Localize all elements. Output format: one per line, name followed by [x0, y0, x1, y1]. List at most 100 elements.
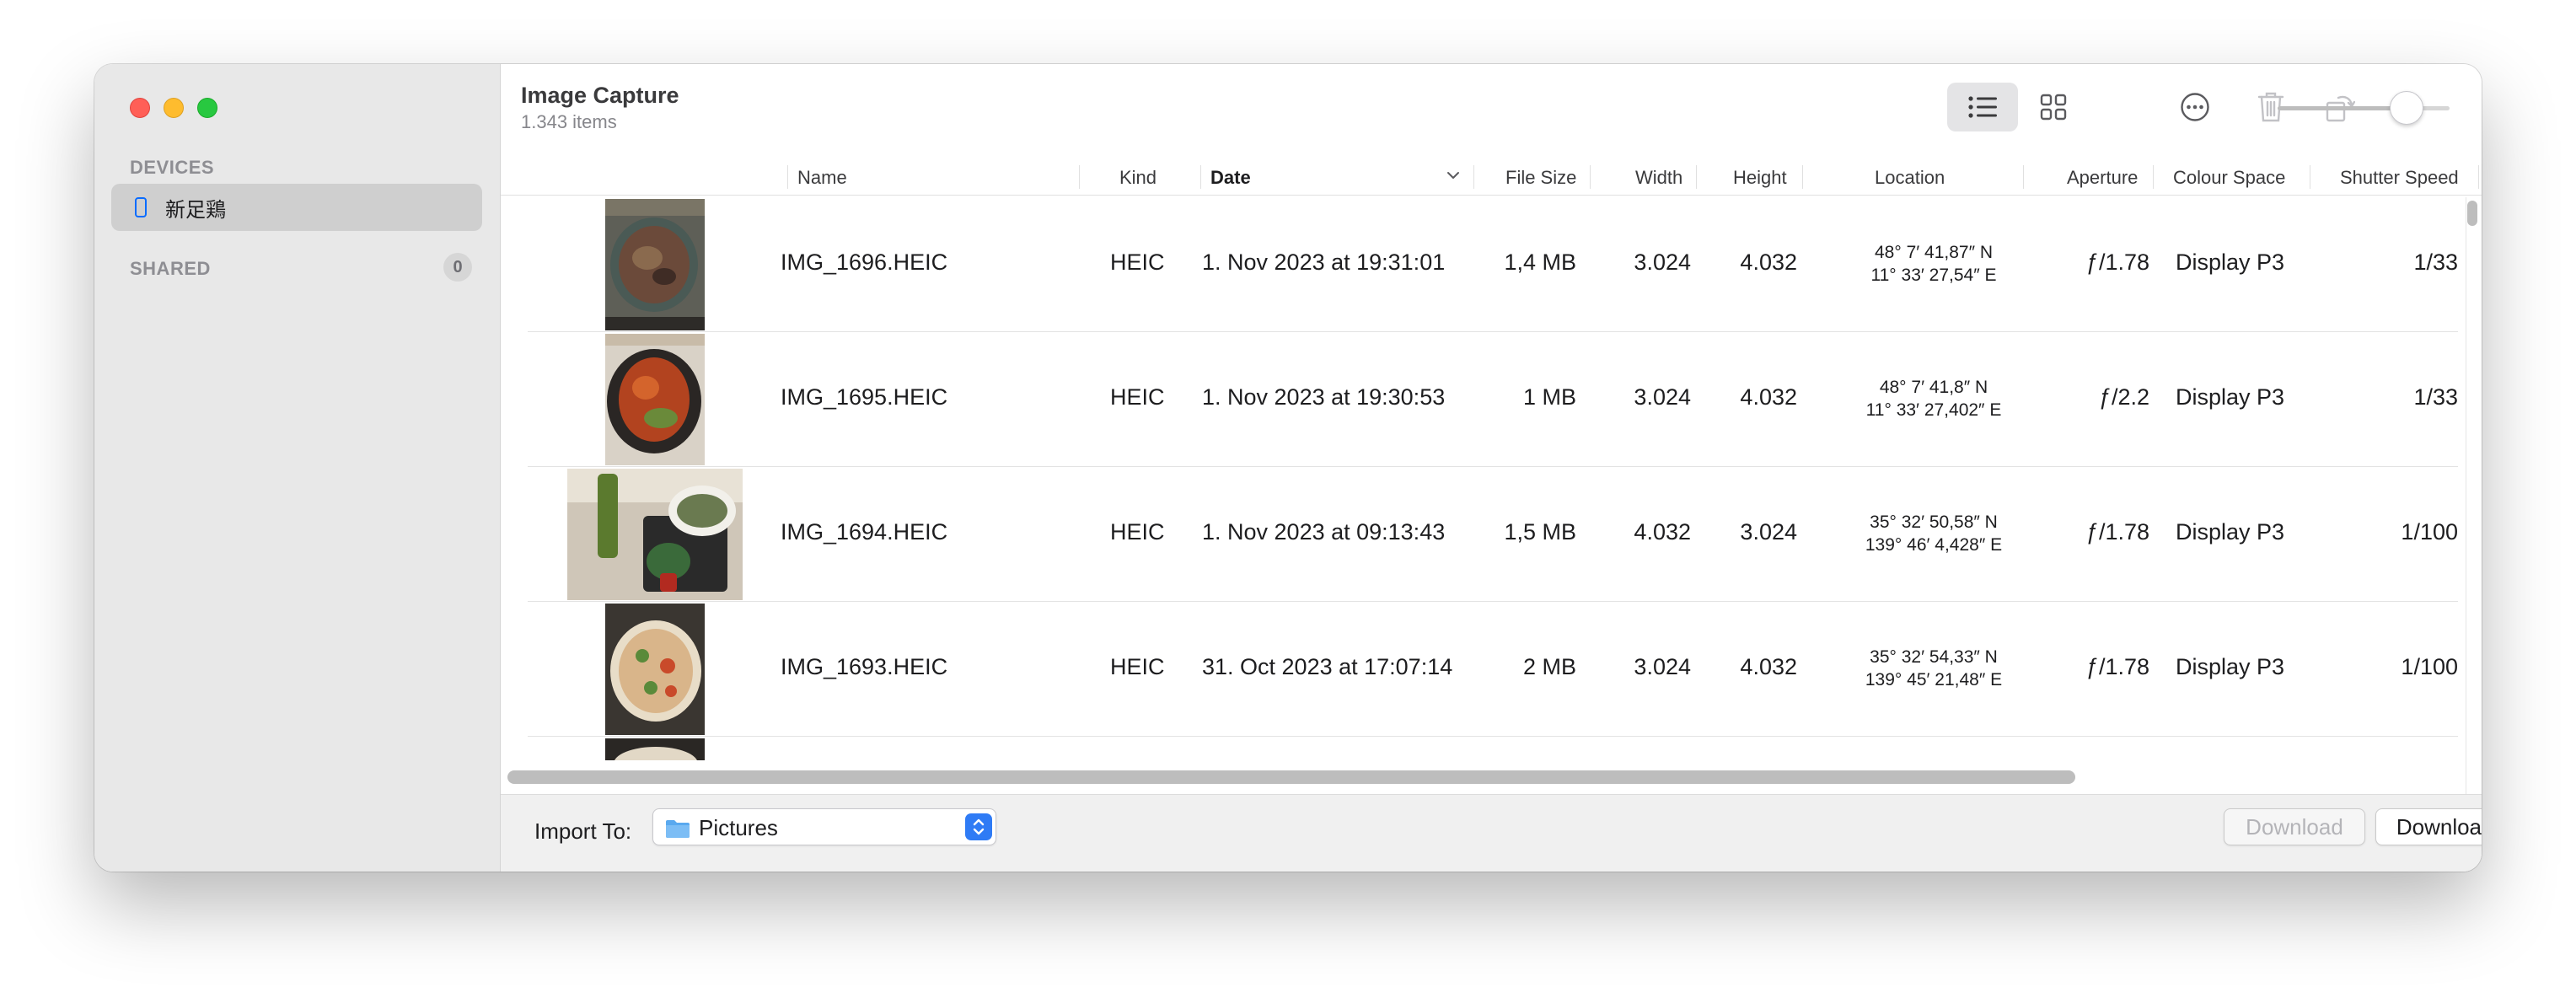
download-all-button[interactable]: Download All	[2375, 808, 2482, 845]
image-thumbnail	[605, 199, 705, 330]
list-view-button[interactable]	[1947, 83, 2018, 131]
devices-heading: DEVICES	[130, 157, 215, 178]
column-separator	[1590, 165, 1591, 189]
thumbnail-size-slider[interactable]	[2278, 84, 2450, 131]
cell-colour-space: Display P3	[2176, 250, 2285, 275]
slider-knob[interactable]	[2390, 91, 2423, 125]
cell-height: 4.032	[1740, 384, 1797, 410]
download-button[interactable]: Download	[2224, 808, 2365, 845]
cell-shutter-speed: 1/100	[2401, 654, 2458, 679]
column-header-location[interactable]: Location	[1875, 167, 1945, 189]
import-destination-value: Pictures	[699, 815, 778, 840]
column-header-date[interactable]: Date	[1210, 167, 1251, 189]
chevron-up-down-icon	[973, 818, 985, 835]
select-stepper[interactable]	[965, 813, 992, 840]
cell-aperture: ƒ/1.78	[2085, 519, 2149, 545]
folder-icon	[666, 820, 690, 838]
cell-height: 4.032	[1740, 654, 1797, 679]
minimize-window-button[interactable]	[164, 98, 184, 118]
cell-height: 4.032	[1740, 250, 1797, 275]
shared-count-badge: 0	[443, 253, 472, 282]
location-longitude: 139° 45′ 21,48″ E	[1865, 670, 2003, 689]
column-header-shutter-speed[interactable]: Shutter Speed	[2340, 167, 2459, 189]
location-latitude: 35° 32′ 54,33″ N	[1870, 647, 1998, 667]
column-header-kind[interactable]: Kind	[1119, 167, 1157, 189]
vertical-scrollbar-thumb[interactable]	[2467, 201, 2477, 226]
window-controls	[130, 98, 217, 118]
cell-file-size: 2 MB	[1522, 654, 1576, 679]
column-header-colour-space[interactable]: Colour Space	[2173, 167, 2285, 189]
cell-name: IMG_1693.HEIC	[781, 654, 948, 679]
grid-view-button[interactable]	[2018, 83, 2089, 131]
close-window-button[interactable]	[130, 98, 150, 118]
horizontal-scrollbar-thumb[interactable]	[507, 770, 2075, 784]
location-longitude: 11° 33′ 27,402″ E	[1865, 400, 2002, 420]
import-to-label: Import To:	[534, 818, 632, 844]
column-header-height[interactable]: Height	[1733, 167, 1787, 189]
grid-view-icon	[2040, 94, 2067, 121]
cell-file-size: 1,5 MB	[1504, 519, 1576, 545]
image-thumbnail	[605, 738, 705, 760]
column-header-name[interactable]: Name	[797, 167, 847, 189]
sidebar-item-device[interactable]: 新足鶏	[111, 184, 482, 231]
cell-height: 3.024	[1740, 519, 1797, 545]
location-longitude: 139° 46′ 4,428″ E	[1865, 535, 2003, 555]
cell-kind: HEIC	[1110, 654, 1165, 679]
column-separator	[2478, 165, 2479, 189]
column-separator	[2023, 165, 2024, 189]
cell-width: 3.024	[1634, 654, 1691, 679]
table-row[interactable]: IMG_1694.HEIC HEIC 1. Nov 2023 at 09:13:…	[528, 467, 2458, 602]
cell-date: 1. Nov 2023 at 09:13:43	[1202, 519, 1446, 545]
location-latitude: 48° 7′ 41,87″ N	[1874, 243, 1994, 262]
table-header: Name Kind Date File Size Width Height Lo…	[501, 158, 2482, 196]
cell-shutter-speed: 1/100	[2401, 519, 2458, 545]
cell-name: IMG_1694.HEIC	[781, 519, 948, 545]
more-icon	[2181, 93, 2209, 121]
image-thumbnail	[605, 604, 705, 735]
sidebar: DEVICES 新足鶏 SHARED 0	[94, 64, 501, 872]
cell-colour-space: Display P3	[2176, 654, 2285, 679]
cell-width: 3.024	[1634, 384, 1691, 410]
import-destination-select[interactable]: Pictures	[652, 808, 996, 845]
cell-aperture: ƒ/1.78	[2085, 250, 2149, 275]
cell-file-size: 1,4 MB	[1504, 250, 1576, 275]
device-label: 新足鶏	[165, 197, 226, 222]
cell-width: 3.024	[1634, 250, 1691, 275]
cell-aperture: ƒ/1.78	[2085, 654, 2149, 679]
cell-colour-space: Display P3	[2176, 519, 2285, 545]
shared-heading: SHARED	[130, 258, 211, 279]
cell-shutter-speed: 1/33	[2413, 250, 2458, 275]
location-latitude: 35° 32′ 50,58″ N	[1870, 512, 1998, 532]
cell-kind: HEIC	[1110, 384, 1165, 410]
column-separator	[1079, 165, 1080, 189]
image-capture-window: DEVICES 新足鶏 SHARED 0 Image Capture 1.343…	[94, 64, 2482, 872]
column-separator	[1696, 165, 1697, 189]
location-latitude: 48° 7′ 41,8″ N	[1879, 378, 1988, 397]
cell-date: 1. Nov 2023 at 19:31:01	[1202, 250, 1446, 275]
cell-shutter-speed: 1/33	[2413, 384, 2458, 410]
maximize-window-button[interactable]	[197, 98, 217, 118]
cell-location: 48° 7′ 41,8″ N 11° 33′ 27,402″ E	[1841, 376, 2026, 421]
slider-fill	[2278, 106, 2407, 110]
table-row[interactable]: IMG_1693.HEIC HEIC 31. Oct 2023 at 17:07…	[528, 602, 2458, 737]
column-separator	[1802, 165, 1803, 189]
cell-date: 31. Oct 2023 at 17:07:14	[1202, 654, 1453, 679]
column-header-file-size[interactable]: File Size	[1505, 167, 1576, 189]
cell-location: 48° 7′ 41,87″ N 11° 33′ 27,54″ E	[1841, 241, 2026, 287]
cell-file-size: 1 MB	[1522, 384, 1576, 410]
cell-name: IMG_1696.HEIC	[781, 250, 948, 275]
image-thumbnail	[567, 469, 743, 600]
table-row[interactable]: IMG_1696.HEIC HEIC 1. Nov 2023 at 19:31:…	[528, 197, 2458, 332]
import-footer: Import To: Pictures Download Download Al…	[501, 794, 2482, 872]
column-separator	[2153, 165, 2154, 189]
column-header-width[interactable]: Width	[1635, 167, 1682, 189]
column-separator	[1200, 165, 1201, 189]
image-thumbnail	[605, 334, 705, 465]
column-header-aperture[interactable]: Aperture	[2067, 167, 2138, 189]
table-row[interactable]: IMG_1695.HEIC HEIC 1. Nov 2023 at 19:30:…	[528, 332, 2458, 467]
column-separator	[787, 165, 788, 189]
more-options-button[interactable]	[2160, 83, 2230, 131]
image-table: IMG_1696.HEIC HEIC 1. Nov 2023 at 19:31:…	[501, 197, 2482, 829]
cell-aperture: ƒ/2.2	[2098, 384, 2149, 410]
cell-location: 35° 32′ 54,33″ N 139° 45′ 21,48″ E	[1841, 646, 2026, 691]
